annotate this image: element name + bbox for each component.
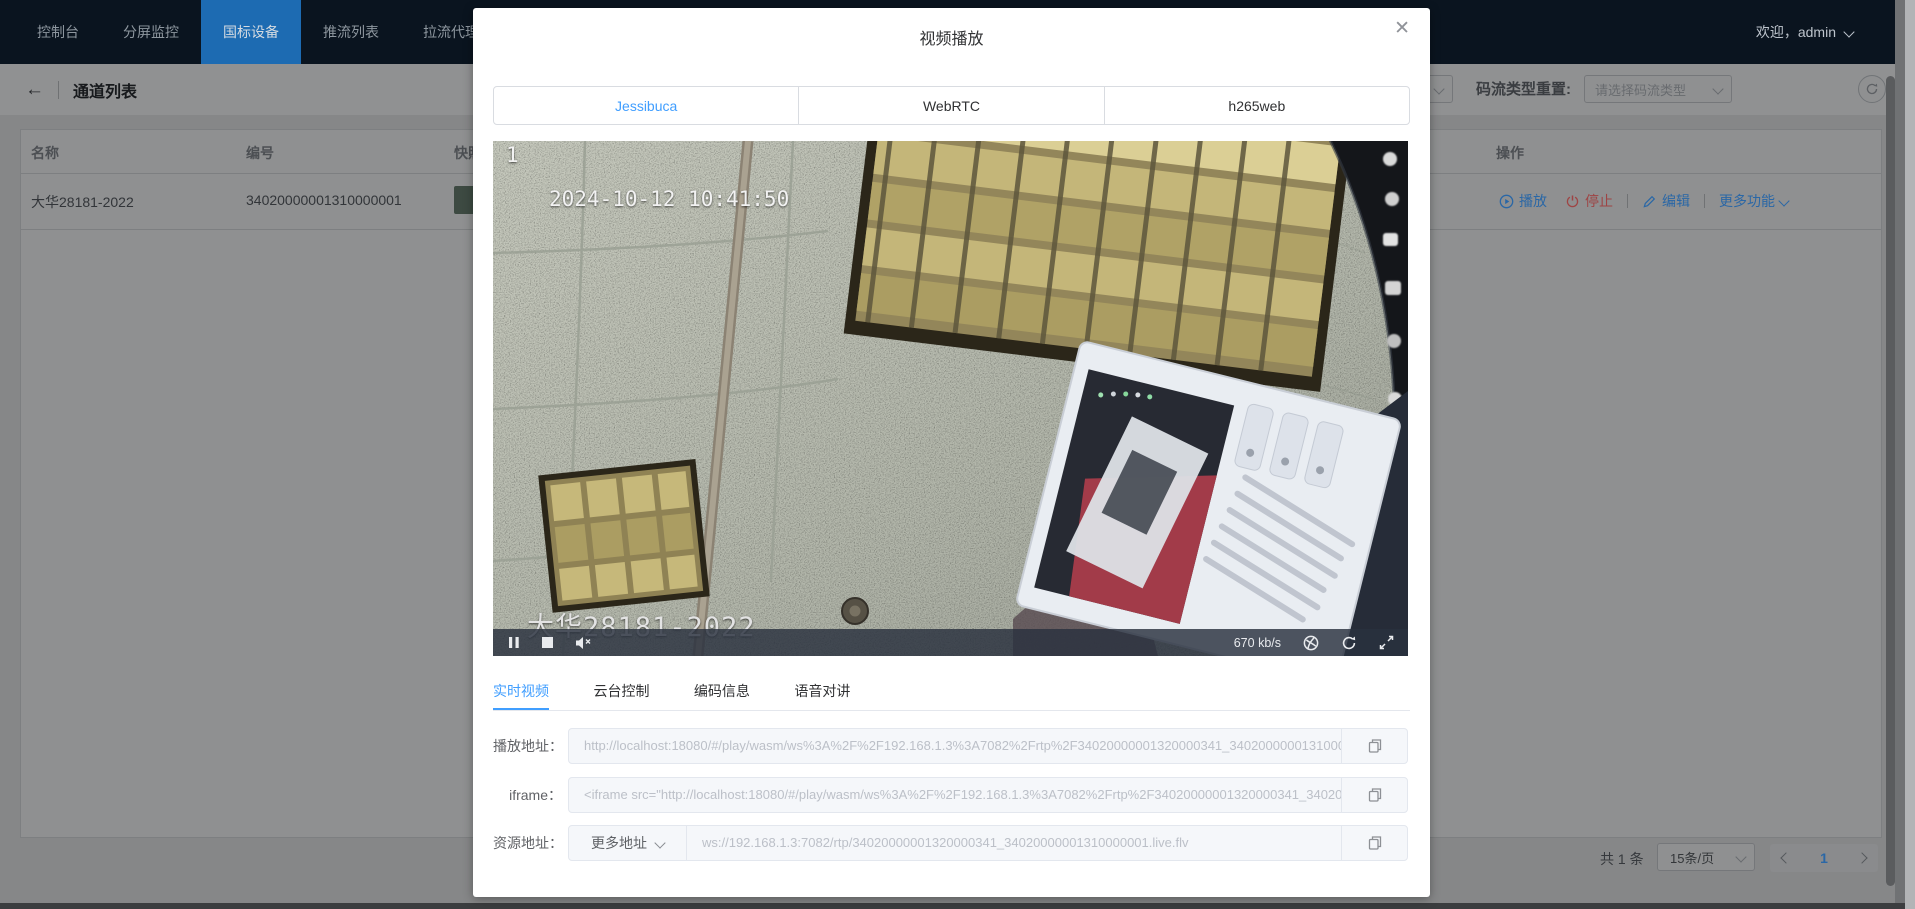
copy-icon	[1367, 787, 1383, 803]
resource-url-row: 资源地址： 更多地址 ws://192.168.1.3:7082/rtp/340…	[493, 825, 1410, 861]
chevron-down-icon	[1712, 83, 1723, 94]
page-title: 通道列表	[73, 78, 137, 102]
stop-playback-button[interactable]	[542, 637, 553, 648]
play-url-input[interactable]: http://localhost:18080/#/play/wasm/ws%3A…	[569, 729, 1341, 763]
timestamp-overlay: 2024-10-12 10:41:50	[549, 187, 789, 211]
refresh-icon	[1865, 82, 1879, 96]
play-circle-icon	[1499, 194, 1514, 209]
nav-item-push-list[interactable]: 推流列表	[301, 0, 401, 64]
tab-jessibuca[interactable]: Jessibuca	[494, 87, 799, 124]
info-tabs: 实时视频 云台控制 编码信息 语音对讲	[493, 674, 1410, 711]
channel-number-overlay: 1	[506, 143, 519, 167]
chevron-down-icon	[1778, 195, 1789, 206]
tab-audio-talk[interactable]: 语音对讲	[794, 674, 850, 710]
more-address-label: 更多地址	[591, 833, 647, 853]
more-functions-button[interactable]: 更多功能	[1719, 191, 1788, 211]
chevron-down-icon	[1843, 26, 1854, 37]
iframe-code-input[interactable]: <iframe src="http://localhost:18080/#/pl…	[569, 778, 1341, 812]
pager: 1	[1770, 844, 1878, 872]
welcome-text: 欢迎，admin	[1756, 22, 1836, 42]
refresh-button[interactable]	[1858, 75, 1886, 103]
total-count: 共 1 条	[1600, 849, 1644, 869]
page-size-value: 15条/页	[1670, 848, 1714, 867]
resource-url-label: 资源地址：	[493, 825, 562, 861]
tab-webrtc[interactable]: WebRTC	[799, 87, 1104, 124]
prev-page-button[interactable]	[1782, 854, 1790, 862]
tab-live-video[interactable]: 实时视频	[493, 674, 549, 710]
pause-button[interactable]	[508, 636, 520, 649]
col-name: 名称	[31, 143, 59, 163]
close-icon[interactable]: ✕	[1394, 19, 1410, 38]
divider	[58, 81, 59, 99]
more-address-select[interactable]: 更多地址	[569, 826, 687, 860]
row-actions: 播放 停止 编辑 更多功能	[1499, 173, 1788, 229]
copy-resource-url-button[interactable]	[1341, 826, 1407, 860]
nav-item-gb-devices[interactable]: 国标设备	[201, 0, 301, 64]
app-root: 控制台 分屏监控 国标设备 推流列表 拉流代理 欢迎，admin ← 通道列表 …	[0, 0, 1915, 909]
fullscreen-icon[interactable]	[1379, 635, 1394, 650]
bitrate-label: 670 kb/s	[1234, 636, 1281, 650]
tab-h265web[interactable]: h265web	[1105, 87, 1409, 124]
next-page-button[interactable]	[1858, 854, 1866, 862]
back-arrow-icon[interactable]: ←	[25, 80, 44, 99]
stream-type-placeholder: 请选择码流类型	[1595, 80, 1686, 99]
video-play-dialog: 视频播放 ✕ Jessibuca WebRTC h265web	[473, 8, 1430, 897]
player-type-tabs: Jessibuca WebRTC h265web	[493, 86, 1410, 125]
play-url-label: 播放地址：	[493, 728, 562, 764]
nav-item-split-monitor[interactable]: 分屏监控	[101, 0, 201, 64]
play-url-row: 播放地址： http://localhost:18080/#/play/wasm…	[493, 728, 1410, 764]
page-size-select[interactable]: 15条/页	[1657, 843, 1755, 871]
iframe-label: iframe：	[493, 777, 562, 813]
reload-stream-icon[interactable]	[1341, 635, 1357, 651]
resource-url-input[interactable]: ws://192.168.1.3:7082/rtp/34020000001320…	[687, 826, 1341, 860]
video-player[interactable]: 1 2024-10-12 10:41:50 大华28181-2022 670 k…	[493, 141, 1408, 656]
power-icon	[1565, 194, 1580, 209]
stream-type-reset-label: 码流类型重置:	[1476, 64, 1571, 115]
copy-iframe-button[interactable]	[1341, 778, 1407, 812]
col-code: 编号	[246, 143, 274, 163]
divider	[1704, 194, 1705, 208]
col-actions: 操作	[1496, 143, 1524, 163]
chevron-down-icon	[654, 837, 665, 848]
copy-icon	[1367, 738, 1383, 754]
screenshot-icon[interactable]	[1303, 635, 1319, 651]
user-menu[interactable]: 欢迎，admin	[1756, 22, 1853, 42]
scrollbar-track	[1895, 0, 1905, 909]
iframe-row: iframe： <iframe src="http://localhost:18…	[493, 777, 1410, 813]
stream-type-select[interactable]: 请选择码流类型	[1584, 75, 1732, 103]
dialog-title: 视频播放	[473, 25, 1430, 49]
edit-pencil-icon	[1642, 194, 1657, 209]
camera-frame	[493, 141, 1408, 656]
player-control-bar: 670 kb/s	[493, 629, 1408, 656]
mute-button[interactable]	[575, 636, 592, 650]
tab-ptz-control[interactable]: 云台控制	[593, 674, 649, 710]
cell-code: 34020000001310000001	[246, 192, 402, 208]
scrollbar-thumb[interactable]	[1886, 76, 1895, 886]
window-scrollbar-track	[1905, 0, 1915, 909]
stop-button[interactable]: 停止	[1565, 191, 1613, 211]
play-button[interactable]: 播放	[1499, 191, 1547, 211]
divider	[1627, 194, 1628, 208]
cell-name: 大华28181-2022	[31, 192, 134, 212]
ceiling-light-fixture-2	[538, 459, 710, 613]
tab-encoding-info[interactable]: 编码信息	[694, 674, 750, 710]
current-page[interactable]: 1	[1820, 850, 1828, 866]
window-bottom-edge	[0, 903, 1905, 909]
copy-play-url-button[interactable]	[1341, 729, 1407, 763]
copy-icon	[1367, 835, 1383, 851]
nav-item-console[interactable]: 控制台	[15, 0, 101, 64]
edit-button[interactable]: 编辑	[1642, 191, 1690, 211]
chevron-down-icon	[1735, 851, 1746, 862]
